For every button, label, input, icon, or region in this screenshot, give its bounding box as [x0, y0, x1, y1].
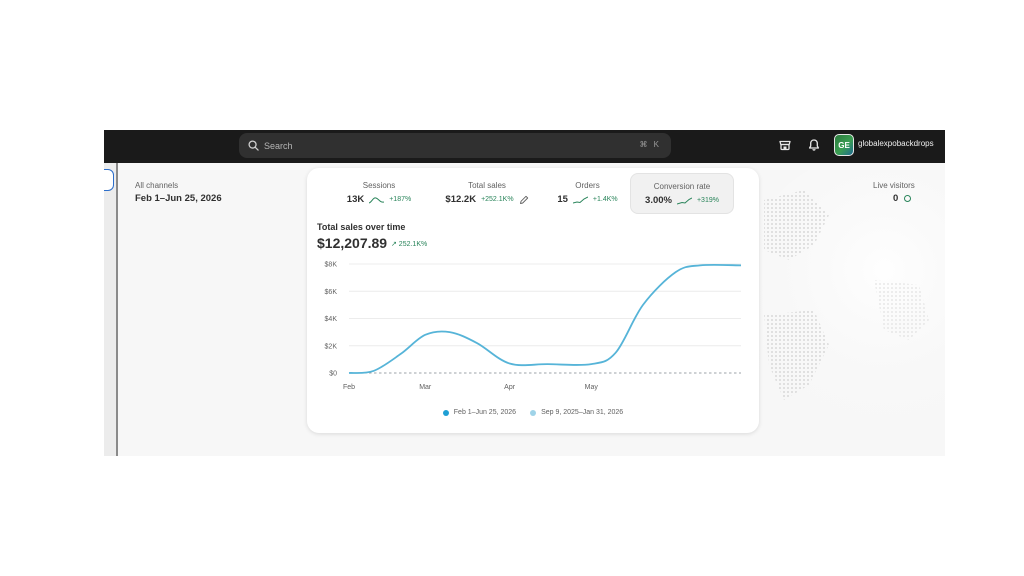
channel-filter[interactable]: All channels [135, 181, 178, 190]
y-tick-label: $2K [325, 343, 338, 350]
sales-line-chart[interactable]: $0 $2K $4K $6K $8K Feb Mar Apr May [307, 256, 759, 401]
legend-item-comparison[interactable]: Sep 9, 2025–Jan 31, 2026 [530, 409, 623, 416]
date-range-picker[interactable]: Feb 1–Jun 25, 2026 [135, 193, 222, 204]
y-tick-label: $6K [325, 289, 338, 296]
sparkline-icon [676, 197, 692, 204]
metric-label: Conversion rate [653, 182, 711, 191]
bell-icon[interactable] [807, 138, 821, 152]
search-placeholder: Search [264, 140, 293, 151]
chart-change-badge: ↗ 252.1K% [391, 241, 428, 248]
metric-value: 3.00% [645, 195, 672, 206]
metric-label: Orders [575, 181, 600, 190]
left-sidebar-edge [104, 163, 118, 456]
x-tick-label: Mar [419, 384, 432, 391]
search-input[interactable]: Search ⌘ K [239, 133, 671, 158]
live-status-icon [904, 195, 911, 202]
sparkline-icon [369, 196, 385, 203]
app-frame: Search ⌘ K GE globalexpobackdrops All ch… [104, 130, 945, 456]
pencil-icon[interactable] [519, 195, 529, 205]
metric-value: 15 [557, 194, 568, 205]
x-tick-label: Feb [343, 384, 355, 391]
world-map-decoration [734, 170, 945, 450]
metric-orders[interactable]: Orders 15 +1.4K% [546, 173, 629, 214]
search-shortcut: ⌘ K [639, 140, 661, 149]
y-tick-label: $4K [325, 316, 338, 323]
metric-sessions[interactable]: Sessions 13K +187% [330, 173, 428, 214]
metric-value: $12.2K [445, 194, 477, 205]
sidebar-toggle-button[interactable] [104, 169, 114, 191]
store-icon[interactable] [778, 138, 792, 152]
store-name[interactable]: globalexpobackdrops [858, 139, 934, 148]
x-tick-label: May [585, 384, 599, 391]
metric-change: +252.1K% [481, 196, 514, 203]
metric-label: Total sales [468, 181, 506, 190]
y-tick-label: $8K [325, 262, 338, 269]
metric-label: Sessions [362, 181, 396, 190]
top-bar: Search ⌘ K GE globalexpobackdrops [104, 130, 945, 163]
legend-item-current[interactable]: Feb 1–Jun 25, 2026 [442, 409, 517, 416]
legend-label: Sep 9, 2025–Jan 31, 2026 [541, 409, 624, 416]
metric-change: +1.4K% [592, 196, 618, 203]
live-visitors-label: Live visitors [873, 181, 915, 190]
live-visitors-value[interactable]: 0 [893, 193, 898, 204]
store-avatar[interactable]: GE [834, 134, 854, 156]
chart-legend: Feb 1–Jun 25, 2026 Sep 9, 2025–Jan 31, 2… [307, 409, 759, 416]
sales-summary-card: Sessions 13K +187% Total sales $12.2K +2… [307, 168, 759, 433]
chart-title: Total sales over time [317, 222, 406, 232]
metric-change: +319% [696, 197, 719, 204]
sparkline-icon [572, 196, 588, 203]
legend-dot [442, 409, 449, 416]
y-tick-label: $0 [329, 371, 337, 378]
metric-value: 13K [346, 194, 365, 205]
chart-total-value: $12,207.89 [317, 235, 388, 251]
x-tick-label: Apr [504, 384, 516, 391]
legend-label: Feb 1–Jun 25, 2026 [453, 409, 517, 416]
metric-change: +187% [389, 196, 412, 203]
metric-conversion-rate[interactable]: Conversion rate 3.00% +319% [630, 173, 734, 214]
legend-dot [530, 409, 537, 416]
search-icon [248, 140, 259, 151]
metric-total-sales[interactable]: Total sales $12.2K +252.1K% [428, 173, 546, 214]
